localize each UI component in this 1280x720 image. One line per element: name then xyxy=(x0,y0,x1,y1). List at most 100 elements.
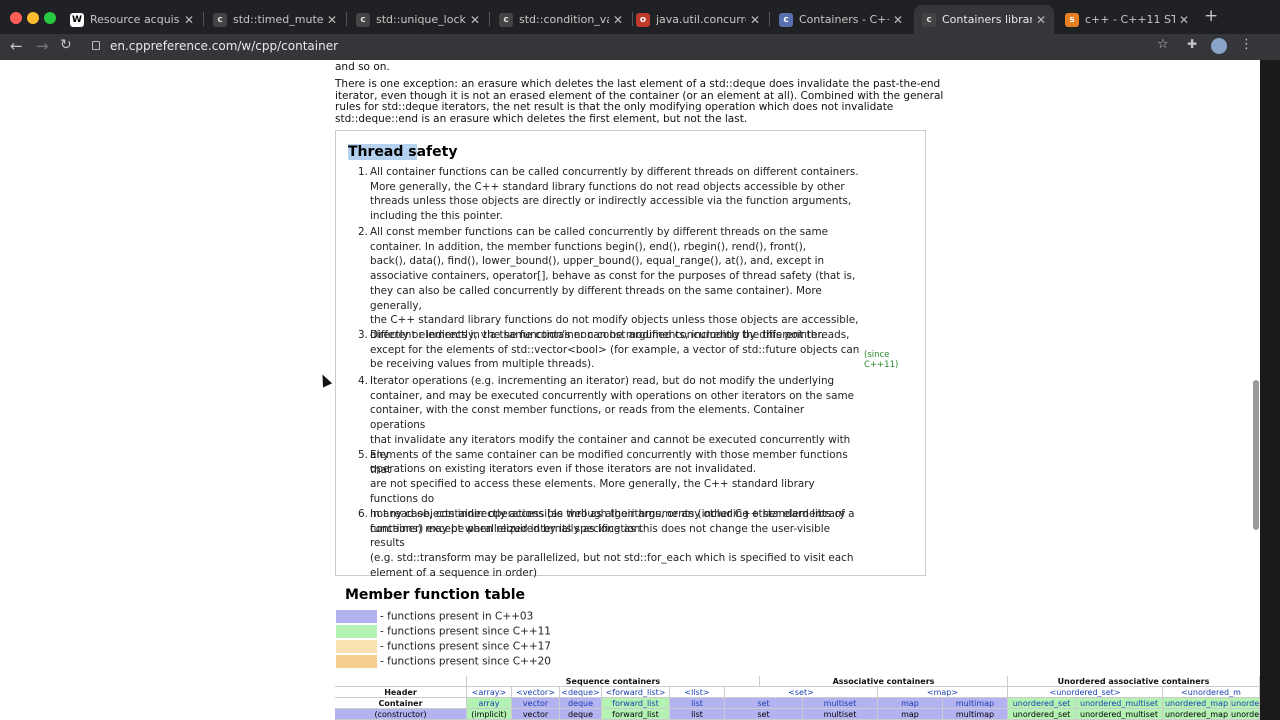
new-tab-button[interactable]: + xyxy=(1204,6,1218,26)
legend-item: - functions present since C++17 xyxy=(336,640,551,653)
item-line: In any case, container operations (as we… xyxy=(370,508,846,520)
table-header-cell: <array> xyxy=(467,687,512,698)
table-header-cell: <vector> xyxy=(512,687,560,698)
table-container-cell: forward_list xyxy=(602,698,670,709)
close-tab-icon[interactable]: ✕ xyxy=(470,13,480,27)
item-line: All const member functions can be called… xyxy=(370,226,829,238)
scrollbar-thumb[interactable] xyxy=(1253,380,1259,530)
browser-tab[interactable]: c std::timed_mutex - c ✕ xyxy=(205,5,345,34)
legend-label: - functions present in C++03 xyxy=(380,610,534,623)
mouse-cursor xyxy=(317,372,333,388)
tab-separator xyxy=(489,12,490,26)
item-line: container, and may be executed concurren… xyxy=(370,389,854,402)
tab-strip: W Resource acquisitio ✕ c std::timed_mutex -… xyxy=(0,0,1280,34)
profile-avatar[interactable] xyxy=(1211,38,1227,54)
table-row-label: Container xyxy=(335,698,467,709)
item-line: functions) may be parallelized internall… xyxy=(370,522,831,550)
item-line: associative containers, operator[], beha… xyxy=(370,270,856,283)
since-badge: (since C++11) xyxy=(864,350,899,370)
table-corner xyxy=(335,676,467,687)
back-icon[interactable]: ← xyxy=(10,37,23,55)
close-tab-icon[interactable]: ✕ xyxy=(1179,13,1189,27)
table-header-cell: <unordered_set> xyxy=(1008,687,1163,698)
item-line: (e.g. std::transform may be parallelized… xyxy=(370,552,854,565)
tab-separator xyxy=(769,12,770,26)
intro-line-3: rules for std::deque iterators, the net … xyxy=(335,101,894,113)
table-row-label: Header xyxy=(335,687,467,698)
heading-rest: afety xyxy=(416,144,458,160)
table-data-cell: map xyxy=(878,709,943,720)
table-row-label: (constructor) xyxy=(335,709,467,720)
table-container-cell: unorde xyxy=(1231,698,1260,709)
tab-title: java.util.concurrent ( xyxy=(656,13,746,26)
table-data-cell: vector xyxy=(512,709,560,720)
browser-tab[interactable]: s c++ - C++11 STL co ✕ xyxy=(1057,5,1197,34)
close-tab-icon[interactable]: ✕ xyxy=(750,13,760,27)
scrollbar-track[interactable] xyxy=(1260,60,1280,720)
table-container-cell: unordered_multiset xyxy=(1076,698,1163,709)
tab-favicon-icon: c xyxy=(499,12,513,27)
close-tab-icon[interactable]: ✕ xyxy=(613,13,623,27)
table-data-cell: set xyxy=(725,709,803,720)
address-bar: ← → ↻ en.cppreference.com/w/cpp/containe… xyxy=(0,34,1280,60)
table-data-cell: unorde xyxy=(1231,709,1260,720)
item-line: Iterator operations (e.g. incrementing a… xyxy=(370,375,835,387)
member-function-table: Sequence containers Associative container… xyxy=(335,676,1260,720)
item-line: container. In addition, the member funct… xyxy=(370,240,807,253)
table-header-cell: <list> xyxy=(670,687,725,698)
legend-label: - functions present since C++11 xyxy=(380,625,551,638)
tab-title: Containers library - c xyxy=(942,13,1032,26)
item-body: In any case, container operations (as we… xyxy=(370,507,860,581)
table-group-header: Unordered associative containers xyxy=(1008,676,1260,687)
item-line: All container functions can be called co… xyxy=(370,166,859,178)
close-tab-icon[interactable]: ✕ xyxy=(184,13,194,27)
zoom-window-button[interactable] xyxy=(44,12,56,24)
item-line: back(), data(), find(), lower_bound(), u… xyxy=(370,255,825,268)
item-number: 2. xyxy=(358,226,368,238)
table-data-cell: deque xyxy=(560,709,602,720)
table-data-cell: list xyxy=(670,709,725,720)
minimize-window-button[interactable] xyxy=(27,12,39,24)
tab-favicon-icon: W xyxy=(70,12,84,27)
extensions-icon[interactable]: ✚ xyxy=(1187,37,1197,51)
browser-tab[interactable]: c Containers - C++ Re ✕ xyxy=(771,5,911,34)
item-line: the C++ standard library functions do no… xyxy=(370,314,859,327)
browser-tab[interactable]: c std::condition_variab ✕ xyxy=(491,5,631,34)
close-tab-icon[interactable]: ✕ xyxy=(1036,13,1046,27)
item-body: Different elements in the same container… xyxy=(370,328,860,372)
tab-title: c++ - C++11 STL co xyxy=(1085,13,1175,26)
tab-title: Resource acquisitio xyxy=(90,13,180,26)
legend-item: - functions present in C++03 xyxy=(336,610,533,623)
close-tab-icon[interactable]: ✕ xyxy=(327,13,337,27)
tab-title: Containers - C++ Re xyxy=(799,13,889,26)
browser-tab[interactable]: o java.util.concurrent (✕ xyxy=(628,5,768,34)
forward-icon[interactable]: → xyxy=(36,37,49,55)
page-content: and so on. There is one exception: an er… xyxy=(0,60,1260,720)
item-line: Different elements in the same container… xyxy=(370,329,850,341)
bookmark-star-icon[interactable]: ☆ xyxy=(1157,37,1169,52)
intro-line-1: There is one exception: an erasure which… xyxy=(335,78,941,90)
close-tab-icon[interactable]: ✕ xyxy=(893,13,903,27)
tab-favicon-icon: c xyxy=(779,12,793,27)
browser-tab[interactable]: c std::unique_lock - cp ✕ xyxy=(348,5,488,34)
item-number: 1. xyxy=(358,166,368,178)
table-group-header: Associative containers xyxy=(760,676,1008,687)
url-field[interactable]: en.cppreference.com/w/cpp/container xyxy=(110,39,338,53)
browser-tab[interactable]: W Resource acquisitio ✕ xyxy=(62,5,202,34)
table-container-cell: map xyxy=(878,698,943,709)
item-line: Elements of the same container can be mo… xyxy=(370,449,848,476)
item-line: including the this pointer. xyxy=(370,210,503,223)
table-container-cell: unordered_map xyxy=(1163,698,1231,709)
legend-swatch xyxy=(336,655,377,668)
intro-line-0: and so on. xyxy=(335,61,390,73)
intro-line-4: std::deque::end is an erasure which dele… xyxy=(335,113,748,125)
table-data-cell: multiset xyxy=(803,709,878,720)
menu-icon[interactable]: ⋮ xyxy=(1240,37,1253,52)
close-window-button[interactable] xyxy=(10,12,22,24)
tab-separator xyxy=(203,12,204,26)
reload-icon[interactable]: ↻ xyxy=(60,37,72,53)
table-header-cell: <unordered_m xyxy=(1163,687,1260,698)
tab-favicon-icon: c xyxy=(922,12,936,27)
browser-tab[interactable]: c Containers library - c ✕ xyxy=(914,5,1054,34)
selected-text: Thread s xyxy=(348,144,417,160)
